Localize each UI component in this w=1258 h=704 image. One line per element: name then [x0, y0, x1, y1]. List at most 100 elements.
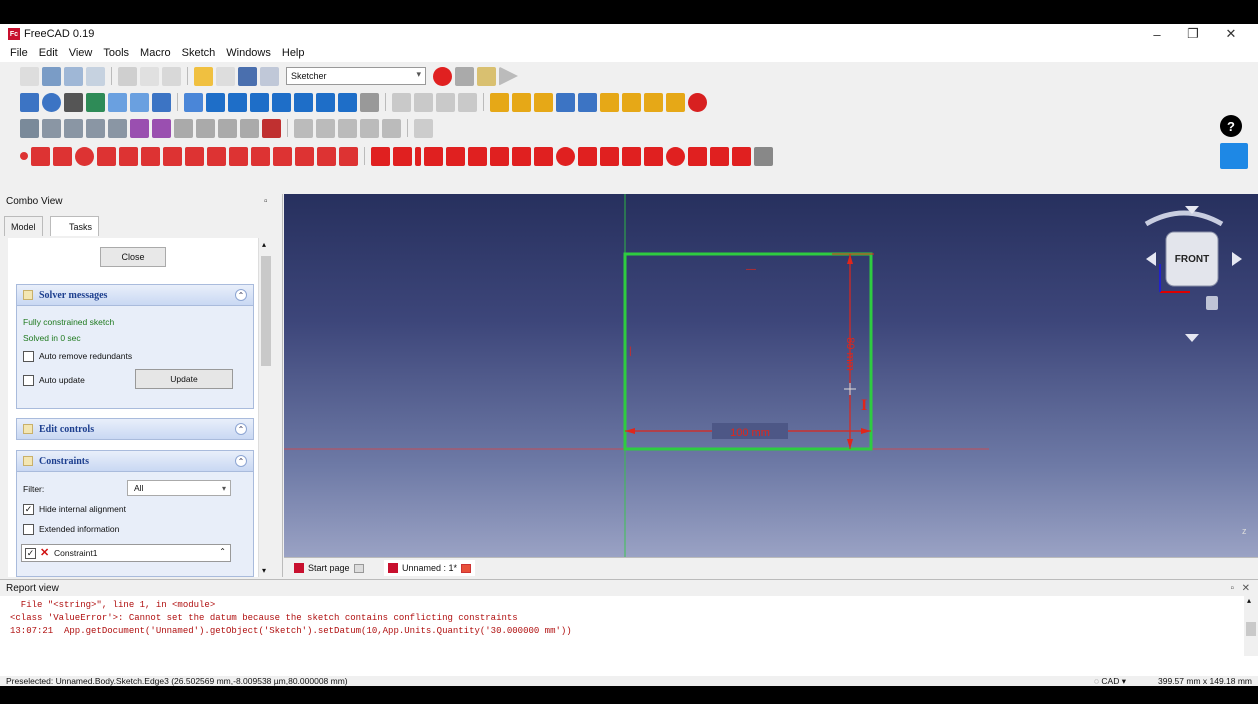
- part-icon[interactable]: [392, 92, 411, 112]
- filter-select[interactable]: All ▾: [127, 480, 231, 496]
- bottom-view-icon[interactable]: [316, 92, 335, 112]
- whats-this-icon[interactable]: [260, 66, 279, 86]
- point-icon[interactable]: [20, 152, 28, 160]
- tab-start-page[interactable]: Start page: [290, 560, 368, 576]
- save-as-icon[interactable]: [86, 66, 105, 86]
- map-sketch-icon[interactable]: [64, 118, 83, 138]
- copy-geometry-icon[interactable]: [382, 118, 401, 138]
- toggle-snap-icon[interactable]: [218, 118, 237, 138]
- horizontal-dimension-value[interactable]: 100 mm: [730, 427, 770, 439]
- record-macro-icon[interactable]: [433, 66, 452, 86]
- horizontal-icon[interactable]: [424, 146, 443, 166]
- rectangle-icon[interactable]: [163, 146, 182, 166]
- rendering-order-icon[interactable]: [240, 118, 259, 138]
- groove-icon[interactable]: [666, 92, 685, 112]
- extend-icon[interactable]: [273, 146, 292, 166]
- collapse-icon[interactable]: ⌃: [235, 455, 247, 467]
- leave-sketch-icon[interactable]: [688, 92, 707, 112]
- circle-icon[interactable]: [75, 146, 94, 166]
- trim-icon[interactable]: [251, 146, 270, 166]
- constraints-header[interactable]: Constraints ⌃: [16, 450, 254, 472]
- menu-windows[interactable]: Windows: [226, 47, 271, 59]
- save-icon[interactable]: [64, 66, 83, 86]
- construction-mode-icon[interactable]: [339, 146, 358, 166]
- arc-icon[interactable]: [53, 146, 72, 166]
- datum-line-icon[interactable]: [578, 92, 597, 112]
- menu-file[interactable]: File: [10, 47, 28, 59]
- update-button[interactable]: Update: [135, 369, 233, 389]
- front-view-icon[interactable]: [228, 92, 247, 112]
- select-elements-icon[interactable]: [294, 118, 313, 138]
- polygon-icon[interactable]: [185, 146, 204, 166]
- 3d-viewport[interactable]: 100 mm 80 mm I — | FRONT z: [284, 194, 1258, 557]
- paste-icon[interactable]: [162, 66, 181, 86]
- top-view-icon[interactable]: [250, 92, 269, 112]
- navigation-cube[interactable]: FRONT: [1144, 206, 1242, 342]
- sketch-mode-icon[interactable]: [1220, 143, 1248, 169]
- distance-icon[interactable]: [644, 146, 663, 166]
- close-tab-icon[interactable]: [353, 563, 364, 573]
- execute-macro-icon[interactable]: [499, 66, 518, 86]
- snell-icon[interactable]: [710, 146, 729, 166]
- pocket-icon[interactable]: [622, 92, 641, 112]
- navcube-menu-icon[interactable]: [1206, 296, 1218, 310]
- forward-icon[interactable]: [130, 92, 149, 112]
- scroll-up-icon[interactable]: ▴: [262, 240, 266, 249]
- equal-icon[interactable]: [512, 146, 531, 166]
- merge-sketches-icon[interactable]: [130, 118, 149, 138]
- fit-all-icon[interactable]: [20, 92, 39, 112]
- left-view-icon[interactable]: [338, 92, 357, 112]
- redo-icon[interactable]: [216, 66, 235, 86]
- float-panel-icon[interactable]: ▫: [264, 196, 268, 207]
- bspline-create-icon[interactable]: [119, 146, 138, 166]
- validate-sketch-icon[interactable]: [534, 92, 553, 112]
- new-icon[interactable]: [20, 66, 39, 86]
- tab-tasks[interactable]: Tasks: [50, 216, 100, 236]
- pad-icon[interactable]: [600, 92, 619, 112]
- carbon-copy-icon[interactable]: [317, 146, 336, 166]
- solver-messages-header[interactable]: Solver messages ⌃: [16, 284, 254, 306]
- horizontal-distance-icon[interactable]: [600, 146, 619, 166]
- menu-macro[interactable]: Macro: [140, 47, 171, 59]
- rear-view-icon[interactable]: [294, 92, 313, 112]
- angle-icon[interactable]: [688, 146, 707, 166]
- select-conflicting-icon[interactable]: [262, 118, 281, 138]
- menu-view[interactable]: View: [69, 47, 93, 59]
- nav-left-arrow-icon[interactable]: [1146, 252, 1156, 266]
- lock-icon[interactable]: [578, 146, 597, 166]
- refresh-icon[interactable]: [238, 66, 257, 86]
- menu-help[interactable]: Help: [282, 47, 305, 59]
- symmetric-icon[interactable]: [534, 146, 553, 166]
- coincident-icon[interactable]: [371, 146, 390, 166]
- scroll-up-icon[interactable]: ▴: [1247, 596, 1251, 605]
- nav-right-arrow-icon[interactable]: [1232, 252, 1242, 266]
- tab-unnamed[interactable]: Unnamed : 1*: [384, 560, 476, 576]
- sketch-icon[interactable]: [512, 92, 531, 112]
- bspline-icon[interactable]: [414, 118, 433, 138]
- scroll-down-icon[interactable]: ▾: [262, 566, 266, 575]
- constraint-checkbox[interactable]: ✓: [25, 548, 36, 559]
- link-icon[interactable]: [436, 92, 455, 112]
- lightbulb-icon[interactable]: ?: [1220, 115, 1242, 137]
- open-icon[interactable]: [42, 66, 61, 86]
- extended-info-checkbox[interactable]: [23, 524, 34, 535]
- cut-icon[interactable]: [118, 66, 137, 86]
- fit-selection-icon[interactable]: [42, 92, 61, 112]
- internal-alignment-icon[interactable]: [732, 146, 751, 166]
- sketch-canvas[interactable]: 100 mm 80 mm I — | FRONT z: [284, 194, 1258, 557]
- measure-icon[interactable]: [360, 92, 379, 112]
- back-icon[interactable]: [108, 92, 127, 112]
- mirror-sketch-icon[interactable]: [152, 118, 171, 138]
- construction-geometry-icon[interactable]: [316, 118, 335, 138]
- point-on-object-icon[interactable]: [393, 146, 412, 166]
- std-views-icon[interactable]: [152, 92, 171, 112]
- reorient-sketch-icon[interactable]: [86, 118, 105, 138]
- draw-style-icon[interactable]: [64, 92, 83, 112]
- zoom-icon[interactable]: [184, 92, 203, 112]
- polyline-icon[interactable]: [141, 146, 160, 166]
- conic-icon[interactable]: [97, 146, 116, 166]
- task-panel-scrollbar[interactable]: ▴ ▾: [258, 238, 273, 577]
- toggle-grid-icon[interactable]: [196, 118, 215, 138]
- body-icon[interactable]: [490, 92, 509, 112]
- undo-icon[interactable]: [194, 66, 213, 86]
